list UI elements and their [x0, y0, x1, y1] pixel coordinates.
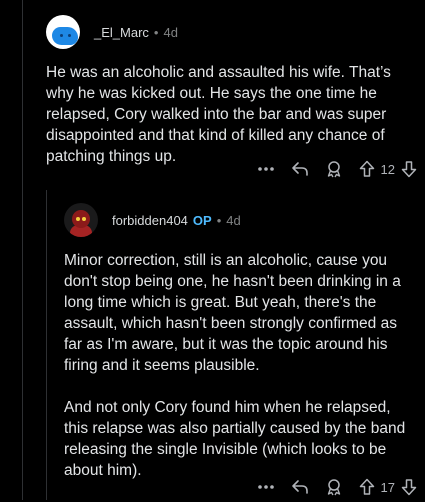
more-icon[interactable] — [257, 166, 275, 172]
username[interactable]: forbidden404 — [112, 213, 188, 228]
comment-paragraph: He was an alcoholic and assaulted his wi… — [46, 64, 391, 165]
avatar[interactable] — [46, 15, 80, 49]
vote-score: 17 — [380, 479, 395, 495]
vote-score: 12 — [380, 161, 395, 177]
downvote-icon[interactable] — [401, 160, 417, 178]
comment-meta: _El_Marc • 4d — [94, 25, 178, 40]
meta-separator: • — [216, 212, 222, 228]
comment-reply: forbidden404 OP • 4d Minor correction, s… — [64, 196, 418, 502]
vote-controls: 12 — [359, 160, 417, 178]
comment-meta: forbidden404 OP • 4d — [112, 213, 241, 228]
upvote-icon[interactable] — [359, 478, 375, 496]
downvote-icon[interactable] — [401, 478, 417, 496]
thread-line[interactable] — [22, 0, 23, 500]
comment-paragraph: Minor correction, still is an alcoholic,… — [64, 252, 401, 374]
reply-icon[interactable] — [291, 479, 309, 495]
comment-age: 4d — [163, 24, 178, 40]
more-icon[interactable] — [257, 484, 275, 490]
op-badge: OP — [192, 212, 212, 228]
thread-line-nested[interactable] — [46, 190, 47, 500]
comment-paragraph: And not only Cory found him when he rela… — [64, 399, 406, 479]
comment-age: 4d — [226, 212, 241, 228]
avatar[interactable] — [64, 203, 98, 237]
vote-controls: 17 — [359, 478, 417, 496]
meta-separator: • — [153, 24, 159, 40]
comment-body: He was an alcoholic and assaulted his wi… — [46, 62, 418, 167]
comment-actions: 12 — [257, 160, 417, 178]
comment-header: _El_Marc • 4d — [46, 8, 418, 56]
comment-header: forbidden404 OP • 4d — [64, 196, 418, 244]
username[interactable]: _El_Marc — [94, 25, 149, 40]
reply-icon[interactable] — [291, 161, 309, 177]
award-icon[interactable] — [325, 160, 343, 178]
upvote-icon[interactable] — [359, 160, 375, 178]
award-icon[interactable] — [325, 478, 343, 496]
comment-actions: 17 — [257, 478, 417, 496]
comment-body: Minor correction, still is an alcoholic,… — [64, 250, 418, 481]
